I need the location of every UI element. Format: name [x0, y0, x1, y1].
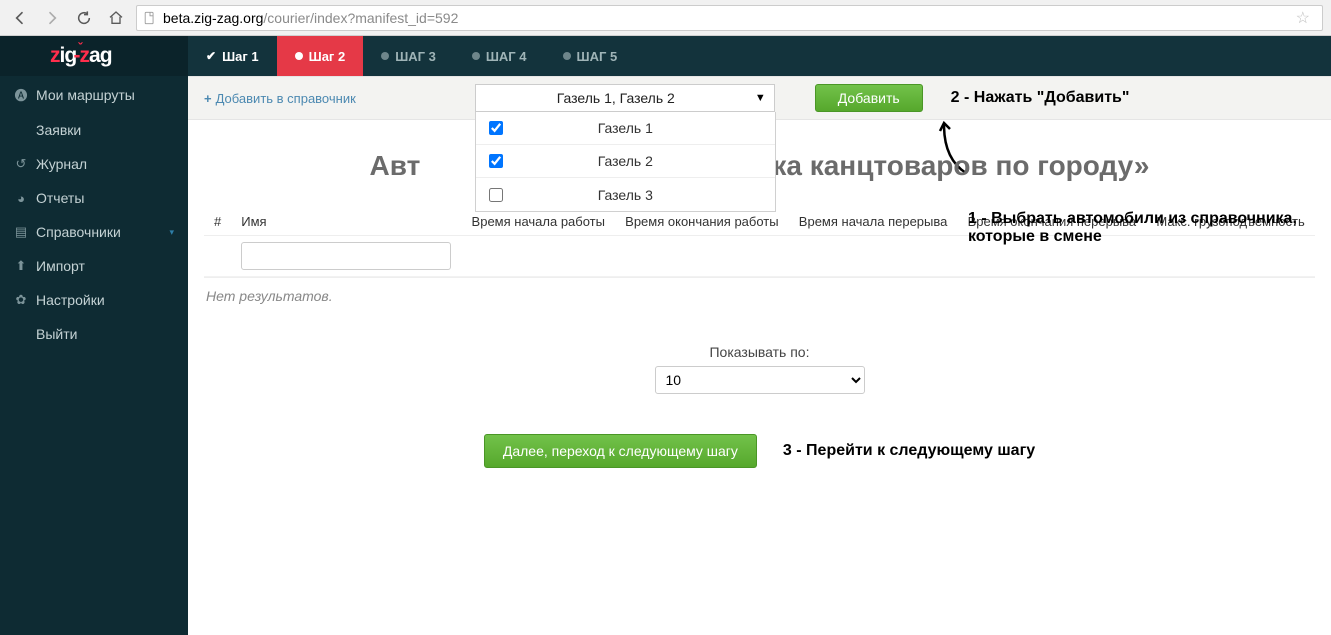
check-icon: ✔	[206, 49, 216, 63]
sidebar-item-reports[interactable]: ◕Отчеты	[0, 181, 188, 215]
chevron-down-icon: ▾	[169, 227, 174, 238]
upload-icon: ⬆	[14, 258, 28, 274]
step-5[interactable]: ШАГ 5	[545, 36, 636, 76]
vehicles-dropdown[interactable]: Газель 1, Газель 2 ▼	[475, 84, 775, 112]
col-break-start[interactable]: Время начала перерыва	[789, 208, 958, 236]
forward-button[interactable]	[40, 6, 64, 30]
col-work-end[interactable]: Время окончания работы	[615, 208, 789, 236]
step-4[interactable]: ШАГ 4	[454, 36, 545, 76]
reload-button[interactable]	[72, 6, 96, 30]
logo: zigˇ-zag	[0, 36, 188, 76]
address-bar[interactable]: beta.zig-zag.org/courier/index?manifest_…	[136, 5, 1323, 31]
step-3[interactable]: ШАГ 3	[363, 36, 454, 76]
home-button[interactable]	[104, 6, 128, 30]
dashboard-icon: 🅐	[14, 85, 28, 104]
option-label: Газель 2	[516, 153, 775, 169]
next-step-button[interactable]: Далее, переход к следующему шагу	[484, 434, 757, 468]
option-checkbox[interactable]	[489, 188, 503, 202]
option-label: Газель 3	[516, 187, 775, 203]
add-button[interactable]: Добавить	[815, 84, 923, 112]
piechart-icon: ◕	[14, 191, 28, 206]
col-name[interactable]: Имя	[231, 208, 461, 236]
list-icon: ▤	[14, 224, 28, 240]
option-checkbox[interactable]	[489, 154, 503, 168]
vehicles-dropdown-menu: Газель 1 Газель 2 Газель 3	[475, 112, 776, 212]
sidebar-item-directories[interactable]: ▤Справочники▾	[0, 215, 188, 249]
dropdown-option[interactable]: Газель 3	[476, 178, 775, 211]
pager: Показывать по: 10	[204, 344, 1315, 394]
caret-down-icon: ▼	[755, 92, 766, 104]
option-checkbox[interactable]	[489, 121, 503, 135]
steps-bar: ✔Шаг 1 Шаг 2 ШАГ 3 ШАГ 4 ШАГ 5	[188, 36, 1331, 76]
annotation-1: 1 - Выбрать автомобили из справочника, к…	[968, 210, 1331, 246]
step-2[interactable]: Шаг 2	[277, 36, 364, 76]
step-1[interactable]: ✔Шаг 1	[188, 36, 277, 76]
sidebar-item-journal[interactable]: ↺Журнал	[0, 147, 188, 181]
sidebar-item-requests[interactable]: Заявки	[0, 113, 188, 147]
dot-icon	[295, 52, 303, 60]
plus-icon: +	[204, 91, 212, 106]
annotation-2: 2 - Нажать "Добавить"	[951, 89, 1130, 107]
dot-icon	[563, 52, 571, 60]
url-text: beta.zig-zag.org/courier/index?manifest_…	[163, 10, 1284, 26]
add-to-directory-link[interactable]: + Добавить в справочник	[204, 91, 356, 106]
dropdown-option[interactable]: Газель 1	[476, 112, 775, 145]
toolbar: + Добавить в справочник Газель 1, Газель…	[188, 76, 1331, 120]
pager-label: Показывать по:	[204, 344, 1315, 360]
bookmark-star-icon[interactable]: ☆	[1290, 8, 1316, 28]
col-work-start[interactable]: Время начала работы	[462, 208, 616, 236]
dot-icon	[472, 52, 480, 60]
sidebar-item-import[interactable]: ⬆Импорт	[0, 249, 188, 283]
sidebar-item-logout[interactable]: Выйти	[0, 317, 188, 351]
col-num[interactable]: #	[204, 208, 231, 236]
dot-icon	[381, 52, 389, 60]
sidebar-item-routes[interactable]: 🅐Мои маршруты	[0, 76, 188, 113]
option-label: Газель 1	[516, 120, 775, 136]
browser-chrome: beta.zig-zag.org/courier/index?manifest_…	[0, 0, 1331, 36]
page-size-select[interactable]: 10	[655, 366, 865, 394]
sidebar-item-settings[interactable]: ✿Настройки	[0, 283, 188, 317]
gear-icon: ✿	[14, 292, 28, 308]
share-icon: ↺	[14, 156, 28, 172]
sidebar: zigˇ-zag 🅐Мои маршруты Заявки ↺Журнал ◕О…	[0, 36, 188, 635]
page-icon	[143, 11, 157, 25]
dropdown-option[interactable]: Газель 2	[476, 145, 775, 178]
no-results-text: Нет результатов.	[204, 277, 1315, 332]
filter-name-input[interactable]	[241, 242, 451, 270]
dropdown-value: Газель 1, Газель 2	[557, 90, 675, 106]
annotation-3: 3 - Перейти к следующему шагу	[783, 442, 1035, 460]
back-button[interactable]	[8, 6, 32, 30]
